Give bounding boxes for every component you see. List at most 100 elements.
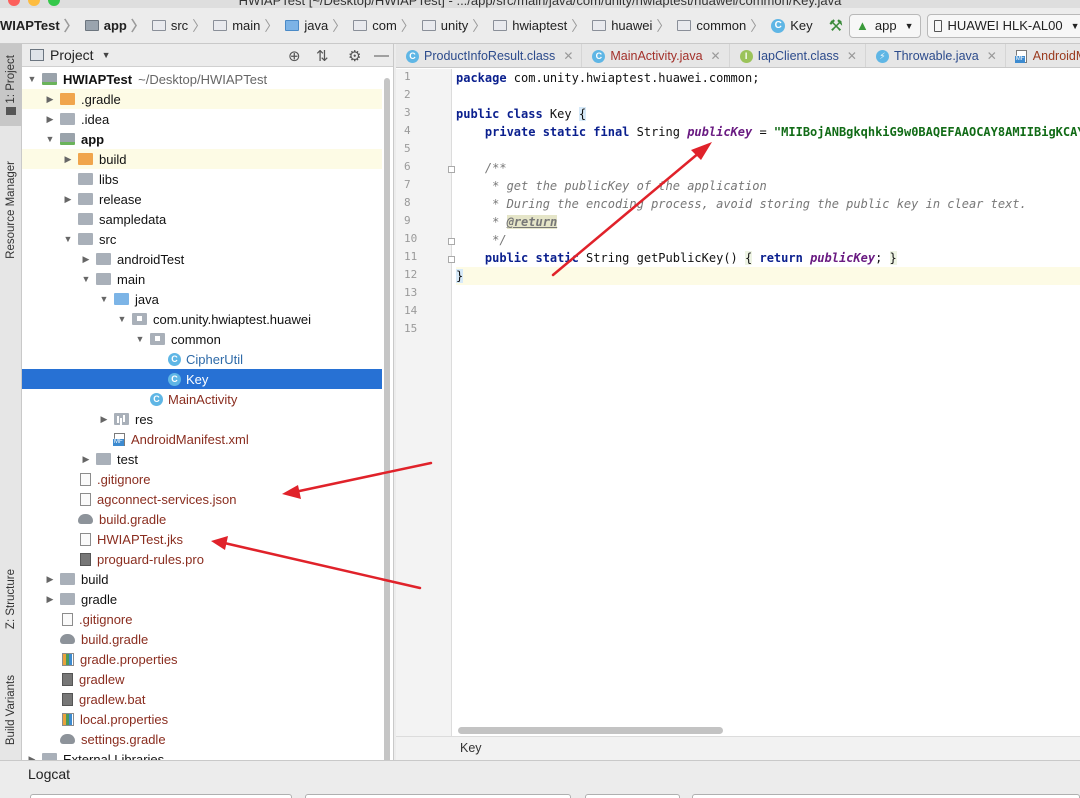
project-scrollbar[interactable]: [384, 78, 390, 768]
expand-arrow-icon[interactable]: ▼: [26, 74, 38, 84]
tree-row-local-properties[interactable]: local.properties: [22, 709, 382, 729]
crumb-huawei[interactable]: huawei 〉: [592, 16, 675, 36]
tree-row-androidtest[interactable]: ▶ androidTest: [22, 249, 382, 269]
crumb-unity[interactable]: unity 〉: [421, 16, 491, 36]
tree-row-src[interactable]: ▼ src: [22, 229, 382, 249]
run-config-dropdown[interactable]: ▲ app ▼: [849, 13, 921, 38]
tree-row-main[interactable]: ▼ main: [22, 269, 382, 289]
tab-iapclient[interactable]: I IapClient.class ✕: [730, 44, 866, 67]
expand-arrow-icon[interactable]: ▼: [44, 134, 56, 144]
code-area[interactable]: package com.unity.hwiaptest.huawei.commo…: [456, 69, 1080, 729]
crumb-main[interactable]: main 〉: [213, 16, 283, 36]
fold-marker-icon[interactable]: [448, 256, 455, 263]
tree-row-project-root[interactable]: ▼ HWIAPTest ~/Desktop/HWIAPTest: [22, 69, 382, 89]
collapse-arrow-icon[interactable]: ▶: [80, 254, 92, 265]
tab-androidmanifest[interactable]: AndroidManifest.xml: [1006, 44, 1080, 67]
close-icon[interactable]: ✕: [847, 49, 857, 63]
tree-row-libs[interactable]: libs: [22, 169, 382, 189]
collapse-arrow-icon[interactable]: ▶: [62, 154, 74, 165]
locate-file-icon[interactable]: ⊕: [288, 47, 301, 65]
tree-row-app[interactable]: ▼ app: [22, 129, 382, 149]
fold-marker-icon[interactable]: [448, 166, 455, 173]
close-icon[interactable]: ✕: [711, 49, 721, 63]
package-icon: [421, 20, 436, 31]
tree-row-gradlew-bat[interactable]: gradlew.bat: [22, 689, 382, 709]
crumb-java[interactable]: java 〉: [285, 16, 351, 36]
device-dropdown[interactable]: HUAWEI HLK-AL00 ▼: [926, 13, 1080, 38]
tree-row-app-build-gradle[interactable]: build.gradle: [22, 509, 382, 529]
tree-row-gradle-dir[interactable]: ▶ .gradle: [22, 89, 382, 109]
crumb-src[interactable]: src 〉: [151, 16, 211, 36]
collapse-arrow-icon[interactable]: ▶: [44, 114, 56, 125]
tree-row-agconnect-json[interactable]: agconnect-services.json: [22, 489, 382, 509]
horizontal-scrollbar[interactable]: [458, 727, 723, 734]
tree-row-idea[interactable]: ▶ .idea: [22, 109, 382, 129]
device-selector[interactable]: [30, 794, 292, 798]
crumb-key[interactable]: C Key: [771, 18, 813, 33]
expand-arrow-icon[interactable]: ▼: [116, 314, 128, 324]
tab-throwable[interactable]: ⚡ Throwable.java ✕: [866, 44, 1006, 67]
tree-row-gradlew[interactable]: gradlew: [22, 669, 382, 689]
collapse-arrow-icon[interactable]: ▶: [80, 454, 92, 465]
collapse-arrow-icon[interactable]: ▶: [44, 574, 56, 585]
tree-row-jks[interactable]: HWIAPTest.jks: [22, 529, 382, 549]
close-icon[interactable]: ✕: [563, 49, 573, 63]
crumb-common[interactable]: common 〉: [677, 16, 769, 36]
collapse-arrow-icon[interactable]: ▶: [98, 414, 110, 425]
structure-tool-tab[interactable]: Z: Structure: [0, 554, 22, 644]
tree-row-java[interactable]: ▼ java: [22, 289, 382, 309]
source-folder-icon: [285, 20, 300, 31]
project-tool-tab[interactable]: 1: Project: [0, 44, 22, 126]
tab-productinforesult[interactable]: C ProductInfoResult.class ✕: [396, 44, 583, 67]
expand-arrow-icon[interactable]: ▼: [134, 334, 146, 344]
collapse-all-icon[interactable]: ⇅: [316, 47, 329, 65]
tree-row-gradle[interactable]: ▶ gradle: [22, 589, 382, 609]
tree-row-release[interactable]: ▶ release: [22, 189, 382, 209]
tree-row-mainactivity[interactable]: C MainActivity: [22, 389, 382, 409]
process-selector[interactable]: [305, 794, 571, 798]
tree-row-app-build[interactable]: ▶ build: [22, 149, 382, 169]
resource-manager-tool-tab[interactable]: Resource Manager: [0, 144, 22, 276]
collapse-arrow-icon[interactable]: ▶: [44, 594, 56, 605]
tree-row-app-gitignore[interactable]: .gitignore: [22, 469, 382, 489]
resources-folder-icon: [114, 413, 129, 425]
crumb-com[interactable]: com 〉: [353, 16, 420, 36]
tree-row-gradle-properties[interactable]: gradle.properties: [22, 649, 382, 669]
tree-row-cipherutil[interactable]: C CipherUtil: [22, 349, 382, 369]
build-variants-tool-tab[interactable]: Build Variants: [0, 664, 22, 756]
collapse-arrow-icon[interactable]: ▶: [44, 94, 56, 105]
tree-row-test[interactable]: ▶ test: [22, 449, 382, 469]
tree-row-common[interactable]: ▼ common: [22, 329, 382, 349]
hammer-icon[interactable]: ⚒: [829, 16, 843, 36]
tree-row-proguard[interactable]: proguard-rules.pro: [22, 549, 382, 569]
tree-row-root-build[interactable]: ▶ build: [22, 569, 382, 589]
keystore-file-icon: [80, 532, 91, 546]
logcat-search-input[interactable]: [692, 794, 1080, 798]
hide-panel-icon[interactable]: —: [374, 47, 389, 64]
editor-breadcrumb[interactable]: Key: [396, 736, 1080, 760]
log-level-selector[interactable]: [585, 794, 680, 798]
project-view-selector[interactable]: Project ▼: [30, 47, 111, 63]
expand-arrow-icon[interactable]: ▼: [62, 234, 74, 244]
expand-arrow-icon[interactable]: ▼: [98, 294, 110, 304]
tree-row-root-gitignore[interactable]: .gitignore: [22, 609, 382, 629]
tree-row-key[interactable]: C Key: [22, 369, 382, 389]
tree-row-package[interactable]: ▼ com.unity.hwiaptest.huawei: [22, 309, 382, 329]
tree-row-settings-gradle[interactable]: settings.gradle: [22, 729, 382, 749]
logcat-tab[interactable]: Logcat: [28, 766, 70, 782]
tree-row-manifest[interactable]: AndroidManifest.xml: [22, 429, 382, 449]
expand-arrow-icon[interactable]: ▼: [80, 274, 92, 284]
tree-row-sampledata[interactable]: sampledata: [22, 209, 382, 229]
crumb-project[interactable]: WIAPTest 〉: [0, 16, 83, 36]
crumb-app[interactable]: app 〉: [84, 16, 150, 36]
gear-icon[interactable]: ⚙: [348, 47, 361, 65]
tree-row-root-build-gradle[interactable]: build.gradle: [22, 629, 382, 649]
collapse-arrow-icon[interactable]: ▶: [62, 194, 74, 205]
folder-icon: [6, 107, 16, 116]
tab-mainactivity[interactable]: C MainActivity.java ✕: [582, 44, 730, 67]
tree-row-external-libraries[interactable]: ▶ External Libraries: [22, 749, 382, 760]
fold-marker-icon[interactable]: [448, 238, 455, 245]
crumb-hwiaptest[interactable]: hwiaptest 〉: [493, 16, 590, 36]
close-icon[interactable]: ✕: [987, 49, 997, 63]
tree-row-res[interactable]: ▶ res: [22, 409, 382, 429]
